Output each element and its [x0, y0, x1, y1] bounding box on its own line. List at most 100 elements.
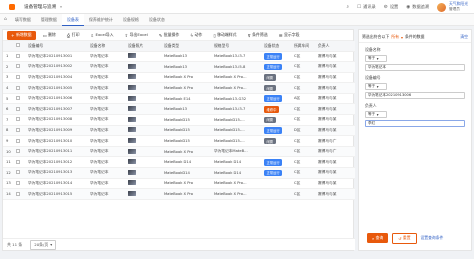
top-action-settings[interactable]: ⚙ 设置	[384, 4, 399, 10]
page-size-select[interactable]: 20条/页 ▾	[30, 239, 57, 250]
cell-owner: 赛博马与某	[315, 82, 355, 94]
device-photo-thumbnail[interactable]	[128, 169, 136, 175]
tab-5[interactable]: 设备状态	[144, 14, 170, 26]
mobile-style-button[interactable]: ▯ 移动端样式	[209, 31, 240, 40]
table-row[interactable]: 12 华为笔记本20210913013 华为笔记本 MateBookD14 MateBo…	[3, 167, 355, 179]
action-button[interactable]: ϟ 动作	[186, 31, 206, 40]
cell-device-photo	[125, 135, 161, 147]
row-select-cell[interactable]	[13, 103, 25, 116]
row-select-cell[interactable]	[13, 51, 25, 63]
top-action-search[interactable]: ⌕	[346, 4, 349, 10]
delete-button[interactable]: ▭ 删除	[39, 31, 60, 40]
filter-value-input[interactable]: 华为笔记本20210913006	[365, 92, 465, 99]
row-checkbox[interactable]	[16, 85, 20, 90]
row-checkbox[interactable]	[16, 64, 20, 69]
table-row[interactable]: 2 华为笔记本20210913002 华为笔记本 MateBook13 MateBook…	[3, 61, 355, 73]
row-select-cell[interactable]	[13, 125, 25, 137]
device-photo-thumbnail[interactable]	[128, 74, 136, 80]
device-photo-thumbnail[interactable]	[128, 148, 136, 154]
clear-filter-link[interactable]: 清空	[460, 34, 468, 40]
row-checkbox[interactable]	[16, 138, 20, 143]
row-select-cell[interactable]	[13, 156, 25, 169]
row-checkbox[interactable]	[16, 191, 20, 196]
tab-0[interactable]: 填写数据	[10, 14, 36, 26]
row-checkbox[interactable]	[16, 74, 20, 79]
device-photo-thumbnail[interactable]	[128, 63, 136, 69]
device-photo-thumbnail[interactable]	[128, 180, 136, 186]
filter-value-input[interactable]: 华为笔记本	[365, 64, 465, 71]
table-row[interactable]: 13 华为笔记本20210913014 华为笔记本 MateBook X Pro Mat…	[3, 178, 355, 190]
print-button[interactable]: ⎙ 打印	[63, 31, 84, 40]
cell-device-photo	[125, 178, 161, 190]
display-fields-button[interactable]: ☰ 显示字段	[275, 31, 304, 40]
tab-2[interactable]: 设备表	[61, 13, 84, 26]
chevron-down-icon[interactable]: ▾	[60, 5, 62, 9]
device-photo-thumbnail[interactable]	[128, 85, 136, 91]
table-row[interactable]: 3 华为笔记本20210913004 华为笔记本 MateBook X Pro Mate…	[3, 72, 355, 84]
reset-button[interactable]: ↺ 重置	[392, 232, 417, 244]
table-row[interactable]: 14 华为笔记本20210913015 华为笔记本 MateBook X Pro Mat…	[3, 188, 355, 200]
save-condition-link[interactable]: 设置查询条件	[421, 235, 444, 241]
device-photo-thumbnail[interactable]	[128, 116, 136, 122]
filter-operator-select[interactable]: 等于 ▾	[365, 83, 387, 90]
row-checkbox[interactable]	[16, 180, 20, 185]
device-photo-thumbnail[interactable]	[128, 191, 136, 197]
device-photo-thumbnail[interactable]	[128, 106, 136, 112]
new-record-button[interactable]: + 新增数据	[7, 30, 36, 40]
table-row[interactable]: 4 华为笔记本20210913005 华为笔记本 MateBook X Pro Mate…	[3, 82, 355, 94]
table-row[interactable]: 10 华为笔记本20210913011 华为笔记本 MateBook X Pro 华为笔…	[3, 146, 355, 158]
tab-3[interactable]: 保养维护统计	[84, 14, 118, 26]
row-checkbox[interactable]	[16, 53, 20, 58]
row-select-cell[interactable]	[13, 114, 25, 126]
home-icon[interactable]: ⌂	[4, 17, 7, 22]
avatar[interactable]	[437, 2, 447, 12]
header-select-all[interactable]	[13, 41, 25, 52]
row-checkbox[interactable]	[16, 159, 20, 164]
row-select-cell[interactable]	[13, 178, 25, 190]
row-checkbox[interactable]	[16, 96, 20, 101]
table-row[interactable]: 9 华为笔记本20210913010 华为笔记本 MateBookD15 MateBoo…	[3, 135, 355, 147]
top-action-feedback[interactable]: ◉ 数据追溯	[406, 4, 429, 10]
table-row[interactable]: 8 华为笔记本20210913009 华为笔记本 MateBookD15 MateBoo…	[3, 125, 355, 137]
row-checkbox[interactable]	[16, 117, 20, 122]
select-all-checkbox[interactable]	[16, 43, 20, 48]
device-photo-thumbnail[interactable]	[128, 138, 136, 144]
tab-4[interactable]: 设备规格	[118, 14, 144, 26]
row-select-cell[interactable]	[13, 82, 25, 94]
excel-export-button[interactable]: ⇧ 导出Excel	[121, 31, 152, 40]
top-action-label: 设置	[389, 4, 399, 9]
row-checkbox[interactable]	[16, 127, 20, 132]
filter-operator-select[interactable]: 等于 ▾	[365, 55, 387, 62]
batch-action-button[interactable]: ✎ 批量操作	[155, 31, 184, 40]
row-select-cell[interactable]	[13, 188, 25, 200]
row-select-cell[interactable]	[13, 61, 25, 73]
row-checkbox[interactable]	[16, 106, 20, 111]
row-checkbox[interactable]	[16, 149, 20, 154]
table-row[interactable]: 1 华为笔记本20210913001 华为笔记本 MateBook13 MateBook…	[3, 51, 355, 63]
filter-value-input[interactable]: 李红	[365, 120, 465, 127]
user-info[interactable]: 天气和阳光 管理员	[449, 1, 468, 12]
table-row[interactable]: 5 华为笔记本20210913006 华为笔记本 MateBook E14 MateBo…	[3, 93, 355, 105]
device-photo-thumbnail[interactable]	[128, 95, 136, 101]
device-photo-thumbnail[interactable]	[128, 159, 136, 165]
match-mode-select[interactable]: 所有	[391, 34, 399, 40]
table-row[interactable]: 11 华为笔记本20210913012 华为笔记本 MateBook D14 MateB…	[3, 156, 355, 169]
row-select-cell[interactable]	[13, 93, 25, 105]
row-select-cell[interactable]	[13, 167, 25, 179]
device-photo-thumbnail[interactable]	[128, 53, 136, 59]
filter-operator-select[interactable]: 等于 ▾	[365, 111, 387, 118]
cell-status: 正常运行	[261, 93, 291, 105]
filter-button[interactable]: ⊽ 条件筛选	[244, 31, 272, 40]
table-row[interactable]: 7 华为笔记本20210913008 华为笔记本 MateBookD15 MateBoo…	[3, 114, 355, 126]
device-photo-thumbnail[interactable]	[128, 127, 136, 133]
row-checkbox[interactable]	[16, 170, 20, 175]
row-select-cell[interactable]	[13, 146, 25, 158]
table-row[interactable]: 6 华为笔记本20210913007 华为笔记本 MateBook13 MateBook…	[3, 103, 355, 116]
row-select-cell[interactable]	[13, 72, 25, 84]
cell-device-name: 华为笔记本	[87, 103, 125, 116]
query-button[interactable]: ⌕ 查询	[367, 233, 389, 244]
row-select-cell[interactable]	[13, 135, 25, 147]
top-action-bell[interactable]: ☐ 通讯录	[357, 4, 376, 10]
excel-import-button[interactable]: ⇩ Excel导入	[86, 31, 117, 40]
tab-1[interactable]: 管理数据	[36, 14, 62, 26]
